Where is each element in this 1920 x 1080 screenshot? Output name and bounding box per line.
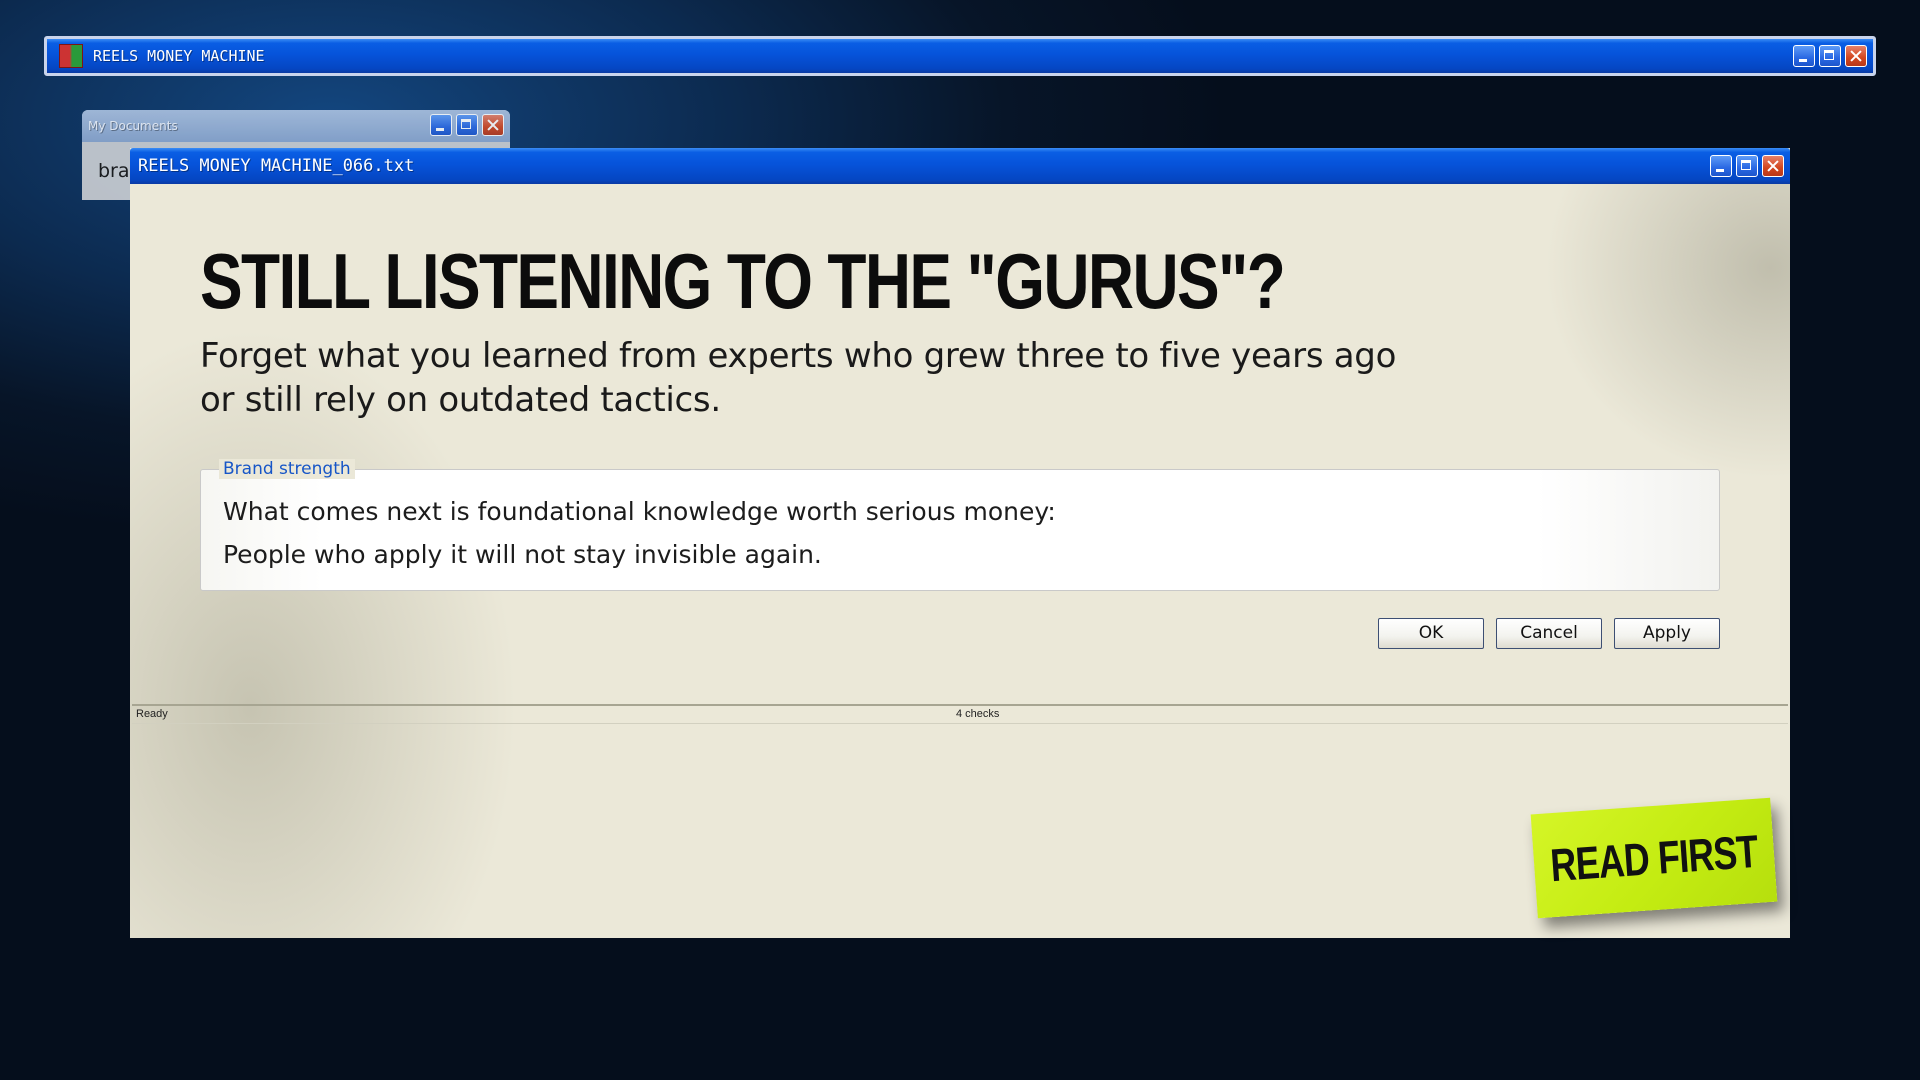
maximize-icon[interactable] — [1819, 45, 1841, 67]
document-title: REELS MONEY MACHINE_066.txt — [138, 156, 415, 176]
brand-strength-groupbox: Brand strength What comes next is founda… — [200, 459, 1720, 591]
my-documents-titlebar[interactable]: My Documents — [82, 110, 510, 142]
main-window-title: REELS MONEY MACHINE — [93, 47, 265, 65]
apply-button[interactable]: Apply — [1614, 618, 1720, 649]
maximize-icon[interactable] — [1736, 155, 1758, 177]
minimize-icon[interactable] — [1710, 155, 1732, 177]
groupbox-text-line: People who apply it will not stay invisi… — [223, 540, 822, 569]
minimize-icon[interactable] — [1793, 45, 1815, 67]
my-documents-controls — [430, 114, 504, 136]
subheading-line: or still rely on outdated tactics. — [200, 380, 721, 420]
ok-button[interactable]: OK — [1378, 618, 1484, 649]
app-icon — [59, 44, 83, 68]
close-icon[interactable] — [482, 114, 504, 136]
document-titlebar[interactable]: REELS MONEY MACHINE_066.txt — [130, 148, 1790, 184]
document-window-controls — [1710, 155, 1784, 177]
minimize-icon[interactable] — [430, 114, 452, 136]
headline: STILL LISTENING TO THE "GURUS"? — [200, 237, 1286, 325]
status-bar: Ready 4 checks — [132, 704, 1788, 724]
sticky-note: READ FIRST — [1530, 797, 1778, 919]
groupbox-legend: Brand strength — [219, 459, 355, 479]
sticky-note-text: READ FIRST — [1548, 824, 1760, 892]
status-count: 4 checks — [956, 708, 1000, 720]
maximize-icon[interactable] — [456, 114, 478, 136]
close-icon[interactable] — [1845, 45, 1867, 67]
groupbox-text-line: What comes next is foundational knowledg… — [223, 497, 1056, 526]
main-window-controls — [1793, 45, 1867, 67]
cancel-button[interactable]: Cancel — [1496, 618, 1602, 649]
my-documents-title: My Documents — [88, 119, 178, 133]
main-window-titlebar[interactable]: REELS MONEY MACHINE — [44, 36, 1876, 76]
subheading-line: Forget what you learned from experts who… — [200, 336, 1397, 376]
close-icon[interactable] — [1762, 155, 1784, 177]
status-text: Ready — [136, 708, 168, 720]
